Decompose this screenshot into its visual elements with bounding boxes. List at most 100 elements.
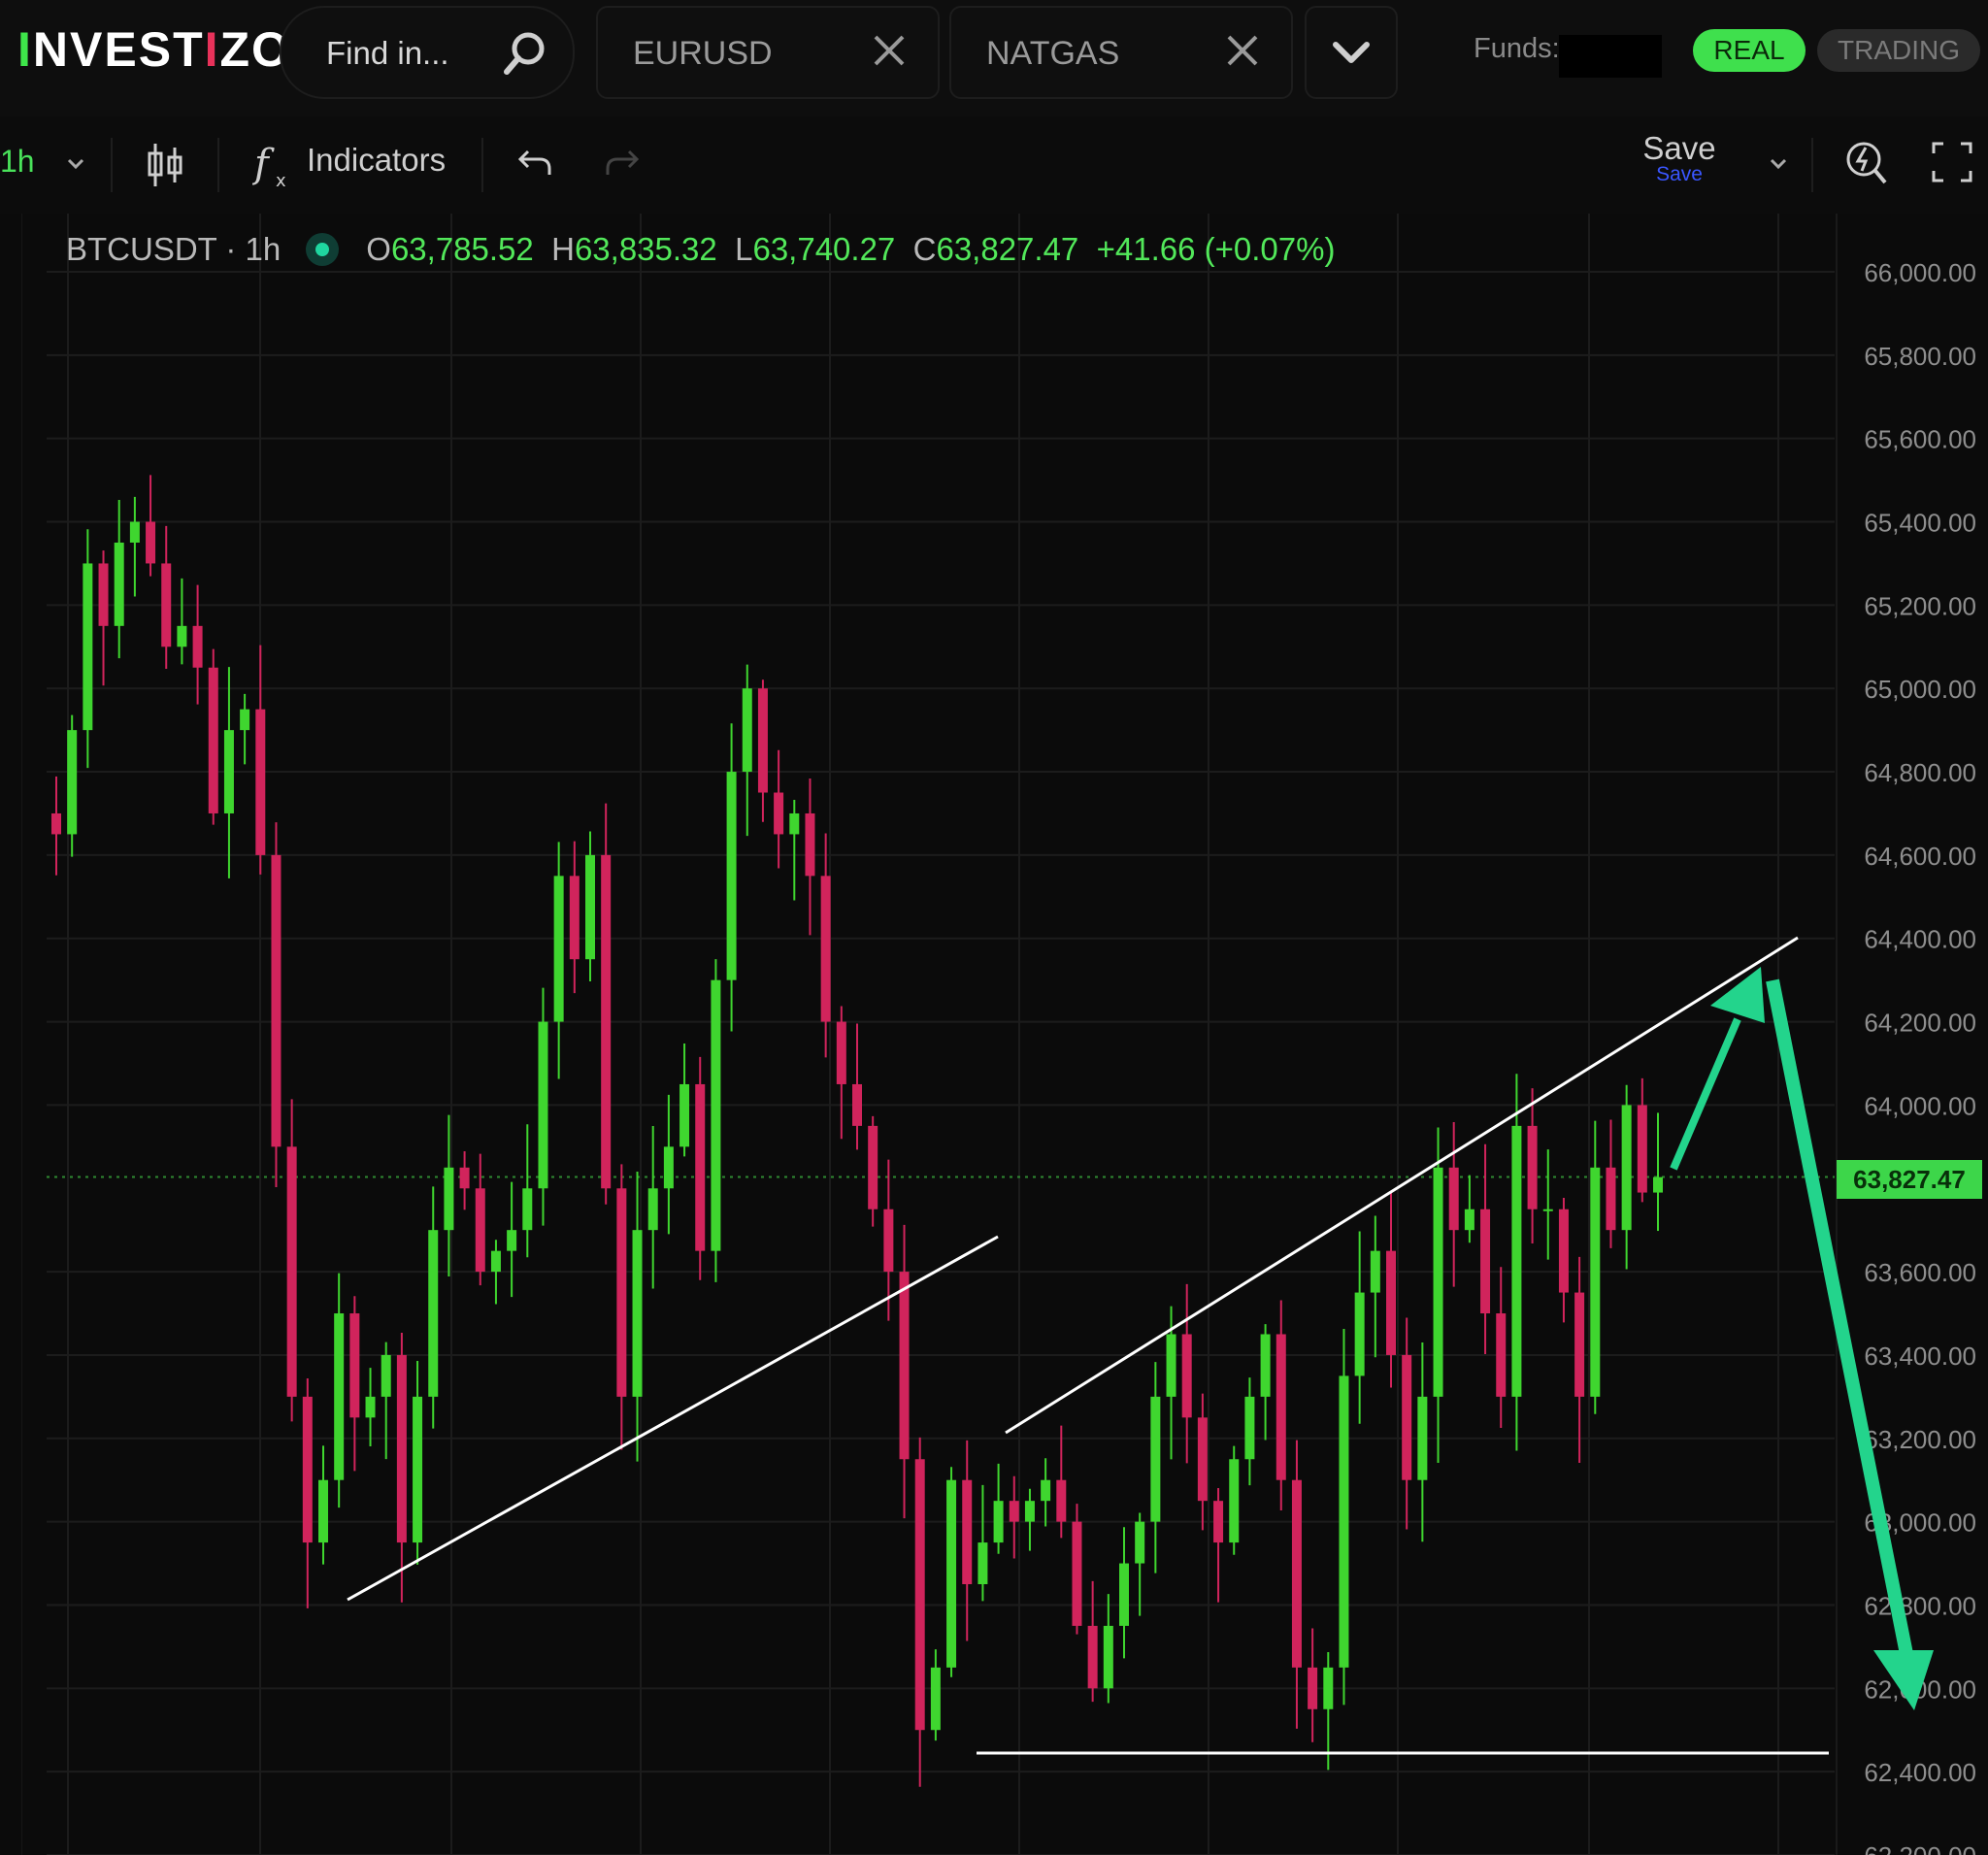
candle-body bbox=[1119, 1563, 1129, 1626]
candle-body bbox=[1653, 1176, 1663, 1193]
candle-body bbox=[1402, 1354, 1412, 1480]
legend-close-key: C bbox=[912, 231, 937, 267]
candle-body bbox=[553, 876, 564, 1022]
search-box[interactable]: Find in... bbox=[280, 6, 575, 99]
candlestick-type-icon[interactable] bbox=[146, 140, 184, 190]
candle-body bbox=[914, 1459, 925, 1731]
tab-eurusd[interactable]: EURUSD bbox=[596, 6, 940, 99]
candle-body bbox=[114, 542, 124, 626]
candle-body bbox=[255, 709, 266, 855]
candle-body bbox=[993, 1501, 1004, 1543]
candle-body bbox=[1213, 1501, 1224, 1543]
candle-body bbox=[1339, 1375, 1349, 1668]
candle-body bbox=[192, 625, 203, 668]
chevron-down-icon[interactable] bbox=[1767, 151, 1790, 175]
candle-body bbox=[208, 667, 218, 813]
price-axis-label: 64,600.00 bbox=[1864, 842, 1976, 871]
candle-body bbox=[1087, 1625, 1098, 1689]
candle-body bbox=[663, 1146, 674, 1189]
candle-body bbox=[1480, 1209, 1491, 1314]
candle-body bbox=[1260, 1334, 1271, 1397]
candle-body bbox=[1354, 1292, 1365, 1376]
candle-body bbox=[946, 1479, 957, 1668]
save-button[interactable]: Save Save bbox=[1640, 130, 1718, 186]
candle-body bbox=[1197, 1417, 1208, 1502]
tab-label: EURUSD bbox=[633, 35, 773, 72]
candle-body bbox=[1433, 1167, 1443, 1397]
tab-natgas[interactable]: NATGAS bbox=[949, 6, 1293, 99]
candle-body bbox=[962, 1479, 973, 1585]
market-status-icon bbox=[306, 233, 340, 266]
candle-body bbox=[1448, 1167, 1459, 1231]
mode-trading-button[interactable]: TRADING bbox=[1817, 29, 1980, 72]
mode-real-button[interactable]: REAL bbox=[1693, 29, 1806, 72]
candle-body bbox=[1150, 1396, 1161, 1522]
candle-body bbox=[711, 979, 721, 1251]
candle-body bbox=[1542, 1209, 1553, 1211]
candle-body bbox=[1417, 1396, 1428, 1480]
price-axis-label: 65,000.00 bbox=[1864, 675, 1976, 704]
save-label: Save bbox=[1642, 130, 1716, 166]
candle-body bbox=[1024, 1501, 1035, 1522]
price-axis-label: 62,800.00 bbox=[1864, 1591, 1976, 1620]
legend-low-key: L bbox=[735, 231, 753, 267]
legend-low: 63,740.27 bbox=[752, 231, 896, 267]
candle-body bbox=[852, 1083, 862, 1126]
candle-body bbox=[899, 1272, 910, 1460]
more-tabs-button[interactable] bbox=[1305, 6, 1398, 99]
candle-body bbox=[1621, 1105, 1632, 1231]
brand-logo[interactable]: INVESTIZO bbox=[17, 21, 291, 78]
legend-open: 63,785.52 bbox=[390, 231, 534, 267]
candle-body bbox=[930, 1667, 941, 1731]
candle-body bbox=[1072, 1521, 1082, 1626]
search-input[interactable]: Find in... bbox=[326, 35, 449, 72]
candle-body bbox=[51, 812, 61, 835]
legend-high: 63,835.32 bbox=[574, 231, 717, 267]
candle-body bbox=[1308, 1667, 1318, 1709]
legend-change: +41.66 (+0.07%) bbox=[1096, 231, 1336, 267]
quick-search-icon[interactable] bbox=[1842, 138, 1889, 188]
candle-body bbox=[381, 1354, 391, 1397]
candle-body bbox=[1041, 1479, 1051, 1502]
candle-body bbox=[1558, 1209, 1569, 1293]
candle-body bbox=[83, 563, 93, 731]
candle-body bbox=[1244, 1396, 1255, 1460]
toolbar-divider bbox=[481, 138, 483, 192]
candle-body bbox=[1229, 1459, 1240, 1543]
candle-body bbox=[1056, 1479, 1067, 1522]
fullscreen-icon[interactable] bbox=[1930, 140, 1974, 184]
search-icon[interactable] bbox=[501, 29, 549, 78]
indicators-button[interactable]: Indicators bbox=[307, 142, 446, 179]
price-axis-label: 62,400.00 bbox=[1864, 1758, 1976, 1787]
candle-body bbox=[490, 1250, 501, 1273]
candle-body bbox=[413, 1396, 423, 1543]
candle-body bbox=[695, 1083, 706, 1251]
close-icon[interactable] bbox=[1223, 31, 1262, 70]
chevron-down-icon[interactable] bbox=[64, 151, 87, 175]
timeframe-select[interactable]: 1h bbox=[0, 144, 35, 180]
function-icon[interactable]: f x bbox=[252, 138, 297, 192]
price-axis-label: 64,800.00 bbox=[1864, 758, 1976, 787]
redo-icon[interactable] bbox=[602, 146, 641, 181]
candle-body bbox=[585, 854, 595, 960]
candle-body bbox=[774, 792, 784, 835]
candle-body bbox=[632, 1230, 643, 1397]
funds-value-redacted bbox=[1559, 35, 1662, 78]
candle-body bbox=[286, 1146, 297, 1397]
candle-body bbox=[1606, 1167, 1616, 1231]
candle-body bbox=[1323, 1667, 1334, 1709]
close-icon[interactable] bbox=[870, 31, 909, 70]
candle-body bbox=[1276, 1334, 1286, 1480]
candle-body bbox=[459, 1167, 470, 1189]
price-axis-label: 65,800.00 bbox=[1864, 342, 1976, 371]
candle-body bbox=[522, 1188, 533, 1231]
candle-body bbox=[223, 730, 234, 813]
candle-body bbox=[334, 1313, 345, 1480]
price-chart[interactable]: 66,000.00 65,800.00 65,600.00 65,400.00 65,2… bbox=[0, 214, 1988, 1855]
candle-body bbox=[757, 688, 768, 793]
candle-body bbox=[161, 563, 172, 647]
candle-body bbox=[146, 521, 156, 564]
candle-body bbox=[365, 1396, 376, 1418]
undo-icon[interactable] bbox=[516, 146, 555, 181]
candle-body bbox=[647, 1188, 658, 1231]
